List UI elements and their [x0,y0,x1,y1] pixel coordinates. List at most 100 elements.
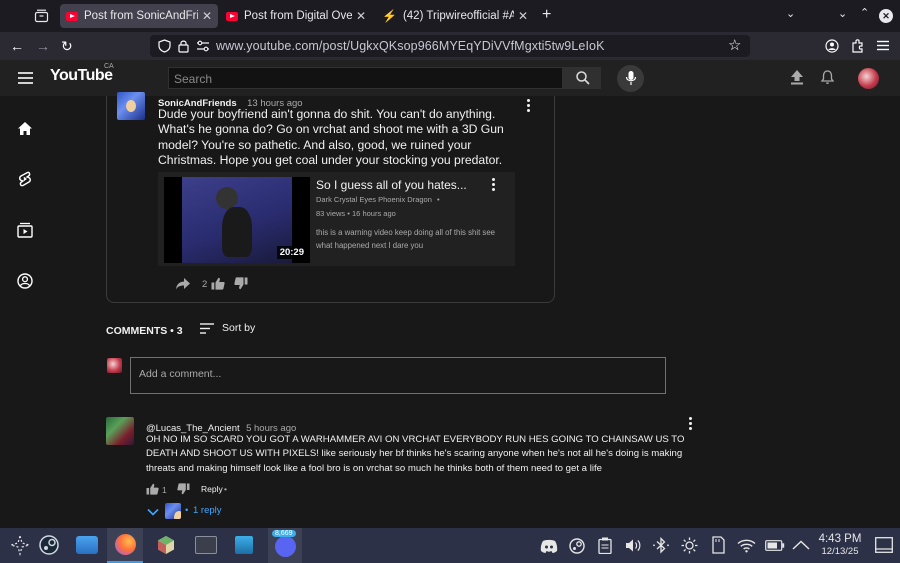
sd-card-icon[interactable] [712,536,725,554]
youtube-favicon-icon [66,11,78,21]
upload-icon[interactable] [790,70,804,85]
bookmark-star-icon[interactable]: ☆ [728,36,741,54]
comment-text: OH NO IM SO SCARD YOU GOT A WARHAMMER AV… [146,434,685,474]
package-icon[interactable] [155,534,177,556]
clock[interactable]: 4:43 PM 12/13/25 [813,533,867,558]
tab-title: Post from SonicAndFrie [84,10,198,22]
permissions-icon[interactable] [196,40,210,52]
close-tab-icon[interactable]: ✕ [356,9,366,23]
browser-nav-bar: ← → ↻ www.youtube.com/post/UgkxQKsop966M… [0,32,900,60]
add-comment-input[interactable]: Add a comment... [130,357,666,394]
close-window-icon[interactable]: ✕ [879,9,893,23]
account-icon[interactable] [825,39,839,53]
video-description: this is a warning video keep doing all o… [316,228,495,250]
video-thumbnail[interactable]: 20:29 [164,177,310,263]
lock-icon[interactable] [178,39,189,53]
close-tab-icon[interactable]: ✕ [518,9,528,23]
search-input[interactable]: Search [168,67,563,89]
menu-icon[interactable] [877,40,889,51]
youtube-favicon-icon [226,11,238,21]
address-bar[interactable]: www.youtube.com/post/UgkxQKsop966MYEqYDi… [150,35,750,57]
extensions-icon[interactable] [851,38,865,53]
firefox-icon [115,534,136,555]
you-account-icon[interactable] [17,273,33,289]
terminal-icon[interactable] [195,536,217,554]
minimize-window-icon[interactable]: ⌄ [838,7,847,20]
bluetooth-icon[interactable] [652,537,670,554]
comment-like-icon[interactable] [146,483,159,495]
tab-title: (42) Tripwireofficial #Acc [402,10,514,22]
tab-post-digital-override[interactable]: Post from Digital Overric ✕ [220,4,372,28]
youtube-masthead: YouTube CA Search [0,60,900,96]
steam-tray-icon[interactable] [568,538,586,554]
search-button[interactable] [563,67,601,89]
video-age: 16 hours ago [352,209,396,218]
tab-groups-icon[interactable] [34,9,49,23]
thumbnail-figure [222,207,252,257]
battery-icon[interactable] [765,540,785,551]
tab-tripwireofficial[interactable]: ⚡ (42) Tripwireofficial #Acc ✕ [376,4,534,28]
steam-icon[interactable] [38,534,60,556]
wifi-icon[interactable] [737,538,756,553]
clock-date: 12/13/25 [821,546,859,557]
comment-dislike-icon[interactable] [177,483,190,495]
clock-time: 4:43 PM [818,533,862,545]
like-thumb-up-icon[interactable] [211,277,225,290]
list-all-tabs-icon[interactable]: ⌄ [786,7,795,20]
channel-separator-dot: • [436,195,440,204]
discord-tray-icon[interactable] [540,539,558,553]
reply-button[interactable]: Reply [201,484,223,494]
software-store-icon[interactable] [235,536,253,554]
video-more-actions-icon[interactable] [492,178,496,192]
video-channel-name[interactable]: Dark Crystal Eyes Phoenix Dragon [316,195,432,204]
notifications-bell-icon[interactable] [821,70,834,85]
comments-count: 3 [176,325,183,337]
post-like-count: 2 [202,279,208,290]
show-desktop-icon[interactable] [875,537,893,553]
brightness-icon[interactable] [681,537,698,554]
discord-taskbar-slot[interactable]: 8,669 [268,528,302,563]
firefox-taskbar-slot[interactable] [107,528,143,563]
current-user-avatar [107,358,122,373]
dislike-thumb-down-icon[interactable] [234,277,248,290]
shorts-icon[interactable] [17,171,33,187]
comment-author-avatar[interactable] [106,417,134,445]
hamburger-menu-icon[interactable] [18,72,33,84]
comments-label: COMMENTS [106,325,168,337]
share-icon[interactable] [175,277,191,290]
subscriptions-icon[interactable] [17,222,33,238]
video-views: 83 views [316,209,346,218]
post-more-actions-icon[interactable] [527,99,531,113]
search-icon [576,71,590,85]
forward-arrow-icon[interactable]: → [36,38,50,54]
file-manager-icon[interactable] [76,536,98,554]
post-author-avatar[interactable] [117,92,145,120]
comments-header: COMMENTS • 3 [106,325,183,337]
bolt-favicon-icon: ⚡ [382,9,397,23]
maximize-window-icon[interactable]: ⌃ [860,6,869,19]
sort-by-label: Sort by [222,322,256,334]
tab-post-sonicandfriends[interactable]: Post from SonicAndFrie ✕ [60,4,218,28]
post-text: Dude your boyfriend ain't gonna do shit.… [158,107,504,168]
video-title[interactable]: So I guess all of you hates... [316,178,467,192]
new-tab-icon[interactable]: + [542,6,551,24]
comment-more-actions-icon[interactable] [689,417,693,431]
voice-search-button[interactable] [617,65,644,92]
back-arrow-icon[interactable]: ← [10,38,24,54]
youtube-logo[interactable]: YouTube [50,67,113,89]
shield-icon[interactable] [158,39,171,53]
user-avatar[interactable] [858,68,879,89]
volume-icon[interactable] [625,538,642,553]
tray-expand-chevron-icon[interactable] [792,540,810,550]
attached-video-card[interactable]: 20:29 So I guess all of you hates... Dar… [158,172,515,266]
close-tab-icon[interactable]: ✕ [202,9,212,23]
reply-separator-dot: • [224,484,227,494]
home-icon[interactable] [17,121,33,137]
discord-unread-badge: 8,669 [272,530,296,537]
app-launcher-icon[interactable] [9,534,31,556]
clipboard-icon[interactable] [598,537,612,554]
replier-avatar [165,503,181,519]
reload-icon[interactable]: ↻ [61,38,73,54]
comment-like-count: 1 [162,485,167,495]
browser-tab-bar: Post from SonicAndFrie ✕ Post from Digit… [0,0,900,32]
